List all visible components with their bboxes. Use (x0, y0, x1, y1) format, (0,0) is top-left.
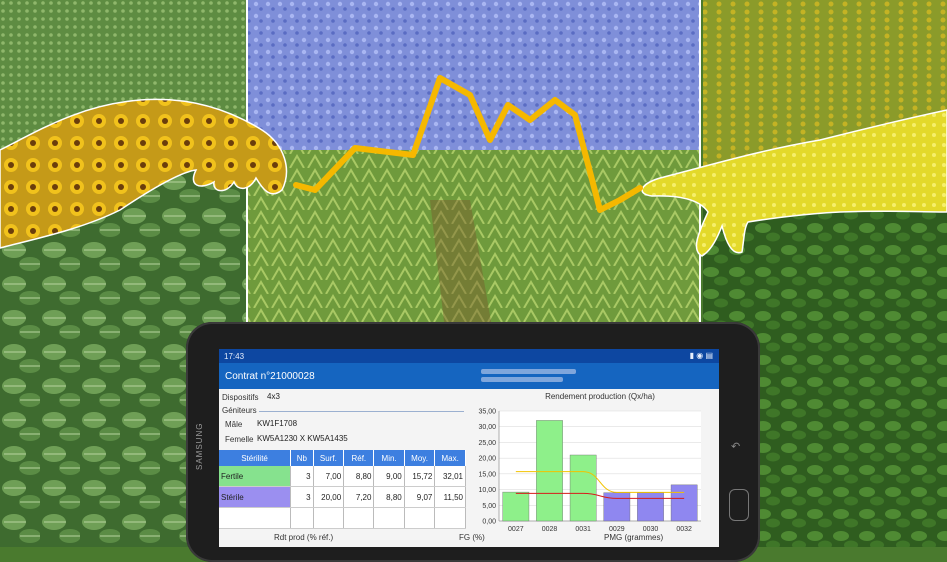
section-divider (259, 411, 464, 412)
table-header: Min. (373, 450, 405, 466)
table-cell: Stérile (219, 486, 292, 508)
male-value[interactable]: KW1F1708 (257, 419, 297, 428)
redacted-client-name (481, 369, 576, 374)
table-row[interactable]: Fertile 3 7,00 8,80 9,00 15,72 32,01 (219, 466, 466, 487)
status-bar: 17:43 ▮ ◉ ▤ (219, 349, 719, 363)
table-cell: 9,00 (373, 466, 405, 487)
dispositifs-label: Dispositifs (222, 393, 259, 402)
table-header: Max. (434, 450, 466, 466)
table-cell: 7,20 (343, 486, 375, 508)
table-header: Surf. (313, 450, 345, 466)
bar (670, 484, 698, 522)
table-cell: 8,80 (373, 486, 405, 508)
page-title: Contrat n°21000028 (225, 371, 315, 382)
table-header: Moy. (404, 450, 436, 466)
home-button[interactable] (729, 489, 749, 521)
x-tick-label: 0031 (575, 526, 591, 533)
status-time: 17:43 (224, 352, 245, 361)
bar (536, 420, 563, 522)
y-tick-label: 10,00 (478, 487, 496, 494)
tablet-screen: 17:43 ▮ ◉ ▤ Contrat n°21000028 Dispositi… (219, 349, 719, 547)
table-cell: 3 (290, 466, 314, 487)
bar (569, 454, 597, 522)
rdt-prod-label: Rdt prod (% réf.) (274, 533, 334, 542)
x-tick-label: 0029 (609, 526, 625, 533)
male-label: Mâle (225, 420, 243, 429)
y-tick-label: 20,00 (478, 456, 496, 463)
bar (603, 492, 631, 522)
table-header: Nb (290, 450, 314, 466)
table-cell: Fertile (219, 466, 292, 487)
device-brand: SAMSUNG (195, 422, 204, 470)
sterility-table: Stérilité Nb Surf. Réf. Min. Moy. Max. F… (219, 450, 466, 529)
plot-area (499, 411, 701, 521)
table-header: Réf. (343, 450, 375, 466)
table-header-row: Stérilité Nb Surf. Réf. Min. Moy. Max. (219, 450, 466, 466)
table-cell: 15,72 (404, 466, 436, 487)
y-tick-label: 0,00 (482, 519, 496, 526)
table-cell: 32,01 (434, 466, 466, 487)
geniteurs-label: Géniteurs (222, 406, 257, 415)
x-tick-label: 0027 (508, 526, 524, 533)
yield-chart: Rendement production (Qx/ha) 0,00 5,00 10,0… (478, 392, 701, 533)
y-tick-label: 25,00 (478, 440, 496, 447)
table-cell: 11,50 (434, 486, 466, 508)
status-icons: ▮ ◉ ▤ (689, 351, 713, 360)
app-bar: Contrat n°21000028 (219, 363, 719, 389)
table-cell: 3 (290, 486, 314, 508)
table-cell: 7,00 (313, 466, 345, 487)
table-header: Stérilité (219, 450, 292, 466)
table-cell: 9,07 (404, 486, 436, 508)
table-cell: 20,00 (313, 486, 345, 508)
bar (637, 492, 664, 522)
x-tick-label: 0032 (676, 526, 692, 533)
back-button[interactable]: ↶ (731, 440, 740, 453)
chart-title: Rendement production (Qx/ha) (545, 392, 655, 401)
redacted-client-address (481, 377, 563, 382)
pmg-label: PMG (grammes) (604, 533, 664, 542)
table-row[interactable]: Stérile 3 20,00 7,20 8,80 9,07 11,50 (219, 486, 466, 508)
dispositifs-value[interactable]: 4x3 (267, 392, 280, 401)
x-tick-label: 0030 (643, 526, 659, 533)
y-tick-label: 35,00 (478, 409, 496, 416)
x-tick-label: 0028 (542, 526, 558, 533)
femelle-value[interactable]: KW5A1230 X KW5A1435 (257, 434, 348, 443)
femelle-label: Femelle (225, 435, 254, 444)
table-row (219, 507, 466, 529)
bar (502, 491, 530, 522)
y-tick-label: 15,00 (478, 471, 496, 478)
table-cell: 8,80 (343, 466, 375, 487)
y-tick-label: 5,00 (482, 503, 496, 510)
fg-label: FG (%) (459, 533, 485, 542)
y-tick-label: 30,00 (478, 424, 496, 431)
